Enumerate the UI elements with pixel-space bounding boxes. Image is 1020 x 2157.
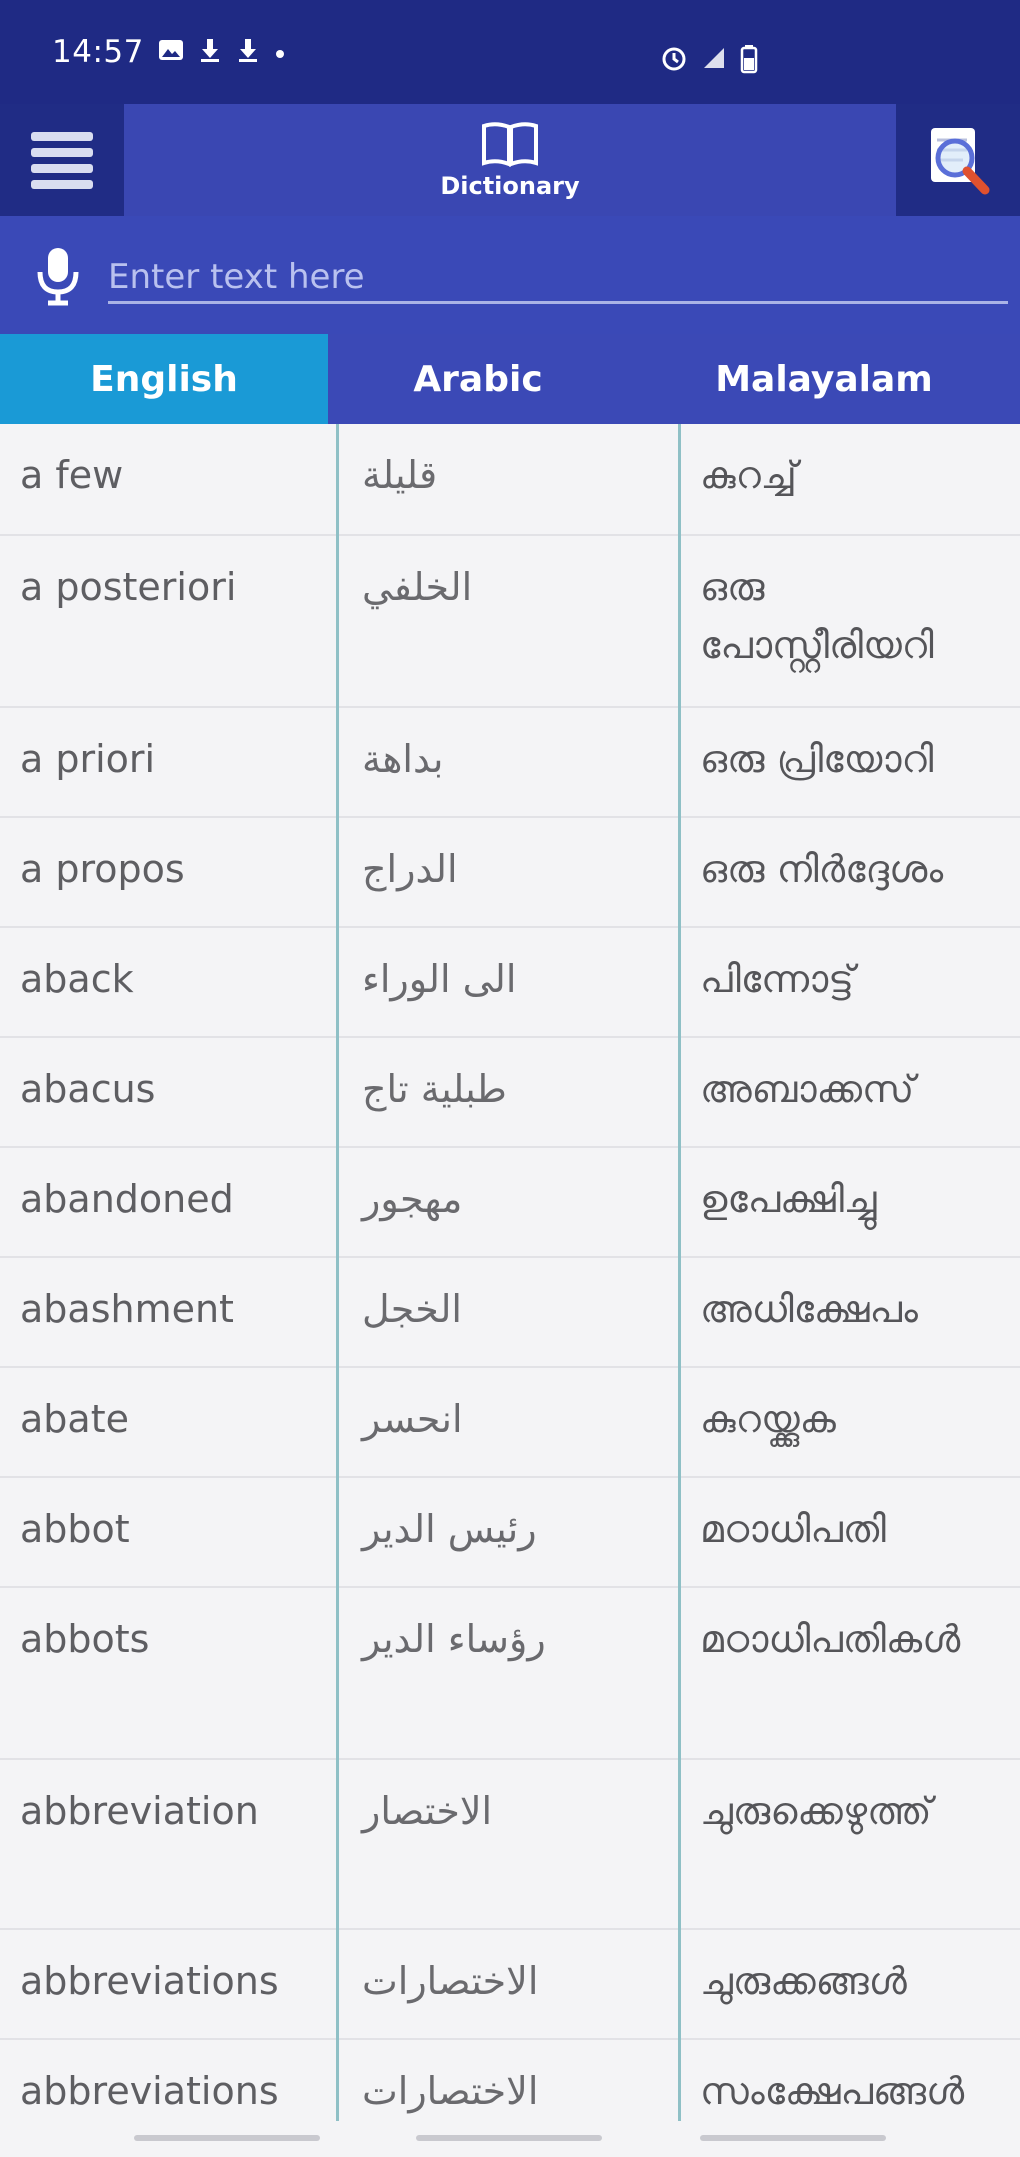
table-row[interactable]: abate انحسر കുറയ്ക്കുക — [0, 1368, 1020, 1478]
cell-malayalam: കുറയ്ക്കുക — [700, 1397, 836, 1441]
nav-pill[interactable] — [416, 2135, 602, 2141]
dot-icon — [274, 39, 286, 65]
cell-malayalam: ഒരു പ്രിയോറി — [700, 737, 934, 781]
cell-english: abbreviation — [20, 1789, 259, 1833]
search-row — [0, 216, 1020, 334]
gallery-icon — [158, 38, 184, 67]
signal-icon — [700, 44, 728, 81]
magnifier-icon — [931, 128, 990, 195]
cell-malayalam: ഒരു നിർദ്ദേശം — [700, 847, 944, 891]
table-row[interactable]: abbots رؤساء الدير മഠാധിപതികൾ — [0, 1588, 1020, 1760]
app-bar: Dictionary — [0, 104, 1020, 216]
table-row[interactable]: a posteriori الخلفي ഒരു പോസ്റ്റീരിയറി — [0, 536, 1020, 708]
hamburger-menu-icon — [31, 125, 93, 196]
table-row[interactable]: abbreviations الاختصارات സംക്ഷേപങ്ങൾ — [0, 2040, 1020, 2121]
book-icon — [482, 122, 538, 167]
cell-malayalam: മഠാധിപതി — [700, 1507, 886, 1551]
table-row[interactable]: a priori بداهة ഒരു പ്രിയോറി — [0, 708, 1020, 818]
tab-malayalam[interactable]: Malayalam — [628, 334, 1020, 424]
cell-english: abashment — [20, 1287, 234, 1331]
cell-arabic: الدراج — [362, 847, 458, 891]
table-row[interactable]: abbot رئيس الدير മഠാധിപതി — [0, 1478, 1020, 1588]
cell-english: a priori — [20, 737, 156, 781]
microphone-icon[interactable] — [30, 246, 86, 306]
status-time: 14:57 — [52, 34, 144, 70]
table-row[interactable]: a few قليلة കുറച്ച് — [0, 424, 1020, 536]
cell-english: a few — [20, 453, 124, 497]
cell-arabic: رؤساء الدير — [362, 1617, 546, 1661]
cell-english: abbreviations — [20, 2069, 279, 2113]
language-header: English Arabic Malayalam — [0, 334, 1020, 424]
cell-malayalam: സംക്ഷേപങ്ങൾ — [700, 2069, 965, 2113]
cell-malayalam: ഉപേക്ഷിച്ചു — [700, 1177, 877, 1221]
cell-arabic: الخجل — [362, 1287, 462, 1331]
cell-malayalam: കുറച്ച് — [700, 453, 797, 497]
status-bar: 14:57 — [0, 0, 1020, 104]
nav-pill[interactable] — [134, 2135, 320, 2141]
cell-arabic: طبلية تاج — [362, 1067, 507, 1111]
cell-arabic: رئيس الدير — [362, 1507, 537, 1551]
table-row[interactable]: abbreviations الاختصارات ചുരുക്കങ്ങൾ — [0, 1930, 1020, 2040]
cell-english: abbot — [20, 1507, 130, 1551]
nav-pill[interactable] — [700, 2135, 886, 2141]
column-divider — [336, 424, 339, 2121]
cell-arabic: الاختصارات — [362, 1959, 539, 2003]
cell-arabic: مهجور — [362, 1177, 463, 1221]
cell-arabic: قليلة — [362, 453, 438, 497]
search-button[interactable] — [896, 104, 1020, 216]
download-icon — [198, 37, 222, 68]
cell-english: abacus — [20, 1067, 156, 1111]
tab-dictionary-label: Dictionary — [440, 172, 580, 200]
battery-icon — [740, 44, 758, 81]
cell-malayalam: അബാക്കസ് — [700, 1067, 915, 1111]
cell-arabic: الخلفي — [362, 565, 473, 609]
cell-malayalam: ചുരുക്കെഴുത്ത് — [700, 1789, 932, 1833]
tab-dictionary[interactable]: Dictionary — [124, 104, 896, 216]
cell-english: aback — [20, 957, 134, 1001]
cell-arabic: بداهة — [362, 737, 444, 781]
alarm-icon — [660, 44, 688, 81]
cell-malayalam: ഒരു പോസ്റ്റീരിയറി — [700, 565, 934, 667]
download-icon — [236, 37, 260, 68]
cell-english: abandoned — [20, 1177, 234, 1221]
cell-english: abate — [20, 1397, 129, 1441]
table-row[interactable]: abashment الخجل അധിക്ഷേപം — [0, 1258, 1020, 1368]
cell-english: abbreviations — [20, 1959, 279, 2003]
status-right — [660, 44, 758, 81]
cell-arabic: الاختصارات — [362, 2069, 539, 2113]
table-row[interactable]: abacus طبلية تاج അബാക്കസ് — [0, 1038, 1020, 1148]
cell-malayalam: പിന്നോട്ട് — [700, 957, 854, 1001]
cell-arabic: انحسر — [362, 1397, 463, 1441]
dictionary-table: a few قليلة കുറച്ച് a posteriori الخلفي … — [0, 424, 1020, 2121]
cell-malayalam: അധിക്ഷേപം — [700, 1287, 918, 1331]
menu-button[interactable] — [0, 104, 124, 216]
tab-english[interactable]: English — [0, 334, 328, 424]
tab-arabic[interactable]: Arabic — [328, 334, 628, 424]
cell-english: abbots — [20, 1617, 150, 1661]
table-row[interactable]: aback الى الوراء പിന്നോട്ട് — [0, 928, 1020, 1038]
table-row[interactable]: abandoned مهجور ഉപേക്ഷിച്ചു — [0, 1148, 1020, 1258]
cell-arabic: الى الوراء — [362, 957, 517, 1001]
column-divider — [678, 424, 681, 2121]
table-row[interactable]: abbreviation الاختصار ചുരുക്കെഴുത്ത് — [0, 1760, 1020, 1930]
cell-english: a posteriori — [20, 565, 237, 609]
cell-malayalam: മഠാധിപതികൾ — [700, 1617, 961, 1661]
bottom-nav-bar — [0, 2121, 1020, 2157]
cell-malayalam: ചുരുക്കങ്ങൾ — [700, 1959, 907, 2003]
table-row[interactable]: a propos الدراج ഒരു നിർദ്ദേശം — [0, 818, 1020, 928]
cell-arabic: الاختصار — [362, 1789, 493, 1833]
status-left: 14:57 — [52, 34, 286, 70]
search-input[interactable] — [108, 252, 1008, 304]
cell-english: a propos — [20, 847, 185, 891]
